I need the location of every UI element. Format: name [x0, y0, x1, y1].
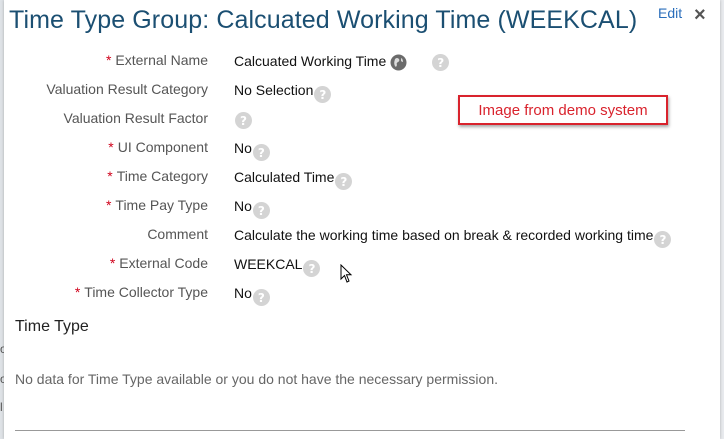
required-marker: *: [107, 168, 113, 184]
field-value: No ?: [234, 197, 270, 219]
required-marker: *: [105, 197, 112, 213]
help-icon[interactable]: ?: [654, 231, 672, 248]
time-type-group-dialog: Time Type Group: Calcuated Working Time …: [4, 0, 720, 439]
field-label: * Time Collector Type: [74, 284, 208, 300]
field-value: Calculate the working time based on brea…: [234, 226, 672, 248]
field-value: No ?: [234, 284, 270, 306]
help-icon[interactable]: ?: [314, 86, 332, 103]
close-icon[interactable]: ×: [694, 4, 706, 27]
globe-icon[interactable]: [390, 54, 407, 71]
field-row-time-collector-type: * Time Collector Type No ?: [4, 281, 704, 306]
field-value: No Selection ?: [234, 81, 332, 103]
mouse-pointer-icon: [340, 264, 353, 283]
field-label: * External Code: [109, 255, 208, 271]
field-row-external-name: * External Name Calcuated Working Time ?: [4, 49, 704, 73]
time-type-section-title: Time Type: [15, 318, 89, 335]
help-icon[interactable]: ?: [335, 173, 353, 190]
field-value: Calculated Time ?: [234, 168, 353, 190]
field-value: Calcuated Working Time ?: [234, 52, 450, 71]
field-row-external-code: * External Code WEEKCAL ?: [4, 252, 704, 277]
field-label: * Time Category: [107, 168, 208, 184]
field-row-time-category: * Time Category Calculated Time ?: [4, 165, 704, 190]
field-label: * External Name: [105, 52, 208, 68]
edit-link[interactable]: Edit: [658, 5, 682, 21]
background-text-fragment: l: [0, 400, 3, 414]
field-row-ui-component: * UI Component No ?: [4, 136, 704, 161]
field-value: No ?: [234, 139, 270, 161]
field-row-time-pay-type: * Time Pay Type No ?: [4, 194, 704, 219]
field-label: Valuation Result Category: [46, 81, 208, 97]
field-label: Comment: [147, 226, 208, 242]
required-marker: *: [74, 284, 81, 300]
help-icon[interactable]: ?: [235, 112, 252, 129]
help-icon[interactable]: ?: [252, 144, 270, 161]
field-value: ?: [234, 110, 252, 129]
help-icon[interactable]: ?: [303, 260, 321, 277]
help-icon[interactable]: ?: [252, 202, 270, 219]
field-label: Valuation Result Factor: [63, 110, 208, 126]
field-label: * Time Pay Type: [105, 197, 208, 213]
empty-state-message: No data for Time Type available or you d…: [15, 371, 499, 387]
help-icon[interactable]: ?: [432, 54, 450, 71]
field-row-comment: Comment Calculate the working time based…: [4, 223, 704, 248]
demo-system-annotation: Image from demo system: [458, 95, 668, 125]
required-marker: *: [105, 52, 112, 68]
required-marker: *: [108, 139, 114, 155]
help-icon[interactable]: ?: [252, 289, 270, 306]
field-value: WEEKCAL ?: [234, 255, 321, 277]
required-marker: *: [109, 255, 116, 271]
dialog-title: Time Type Group: Calcuated Working Time …: [9, 6, 638, 34]
field-label: * UI Component: [108, 139, 208, 155]
divider: [15, 430, 685, 431]
